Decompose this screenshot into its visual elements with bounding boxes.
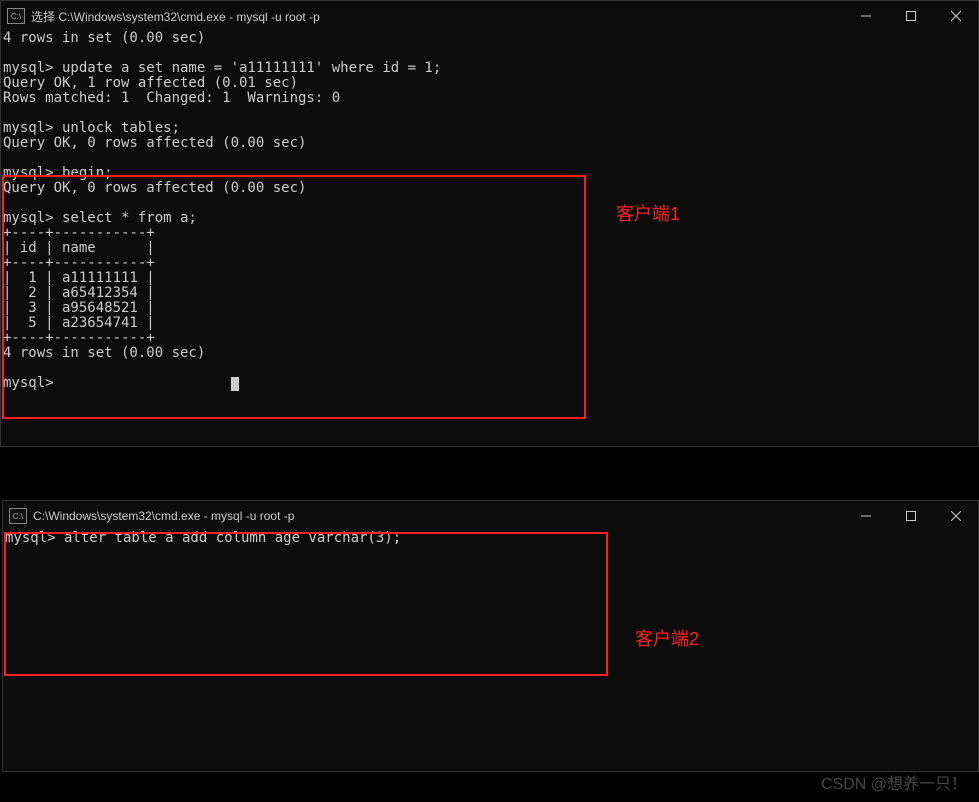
output-line: | 3 | a95648521 | [3, 300, 155, 316]
output-line: Query OK, 0 rows affected (0.00 sec) [3, 180, 306, 196]
output-line: mysql> unlock tables; [3, 120, 180, 136]
window-controls-1 [843, 1, 978, 31]
minimize-button[interactable] [843, 1, 888, 31]
titlebar-2[interactable]: C:\ C:\Windows\system32\cmd.exe - mysql … [3, 501, 978, 531]
terminal-window-2: C:\ C:\Windows\system32\cmd.exe - mysql … [2, 500, 979, 772]
output-line: Query OK, 1 row affected (0.01 sec) [3, 75, 298, 91]
maximize-button[interactable] [888, 501, 933, 531]
close-button[interactable] [933, 1, 978, 31]
output-line: mysql> update a set name = 'a11111111' w… [3, 60, 441, 76]
terminal-output-2[interactable]: mysql> alter table a add column age varc… [3, 531, 978, 546]
window-title-1: 选择 C:\Windows\system32\cmd.exe - mysql -… [31, 8, 843, 25]
window-title-2: C:\Windows\system32\cmd.exe - mysql -u r… [33, 509, 843, 523]
watermark-text: CSDN @想养一只！ [821, 770, 967, 794]
maximize-button[interactable] [888, 1, 933, 31]
output-line: +----+-----------+ [3, 255, 155, 271]
output-line: | 1 | a11111111 | [3, 270, 155, 286]
titlebar-1[interactable]: C:\ 选择 C:\Windows\system32\cmd.exe - mys… [1, 1, 978, 31]
output-line: 4 rows in set (0.00 sec) [3, 345, 205, 361]
output-line: Rows matched: 1 Changed: 1 Warnings: 0 [3, 90, 340, 106]
annotation-label-2: 客户端2 [635, 625, 699, 651]
output-line: +----+-----------+ [3, 225, 155, 241]
terminal-window-1: C:\ 选择 C:\Windows\system32\cmd.exe - mys… [0, 0, 979, 447]
cmd-icon: C:\ [7, 8, 25, 24]
output-line: +----+-----------+ [3, 330, 155, 346]
window-controls-2 [843, 501, 978, 531]
output-line: mysql> select * from a; [3, 210, 197, 226]
output-line: Query OK, 0 rows affected (0.00 sec) [3, 135, 306, 151]
output-line: | 2 | a65412354 | [3, 285, 155, 301]
output-line: | id | name | [3, 240, 155, 256]
cursor-icon [231, 377, 239, 391]
output-line: mysql> alter table a add column age varc… [5, 530, 401, 546]
annotation-label-1: 客户端1 [616, 200, 680, 226]
output-line: mysql> begin; [3, 165, 113, 181]
close-button[interactable] [933, 501, 978, 531]
output-line: 4 rows in set (0.00 sec) [3, 30, 205, 46]
cmd-icon: C:\ [9, 508, 27, 524]
minimize-button[interactable] [843, 501, 888, 531]
prompt-line: mysql> [3, 375, 62, 391]
output-line: | 5 | a23654741 | [3, 315, 155, 331]
terminal-output-1[interactable]: 4 rows in set (0.00 sec) mysql> update a… [1, 31, 978, 391]
